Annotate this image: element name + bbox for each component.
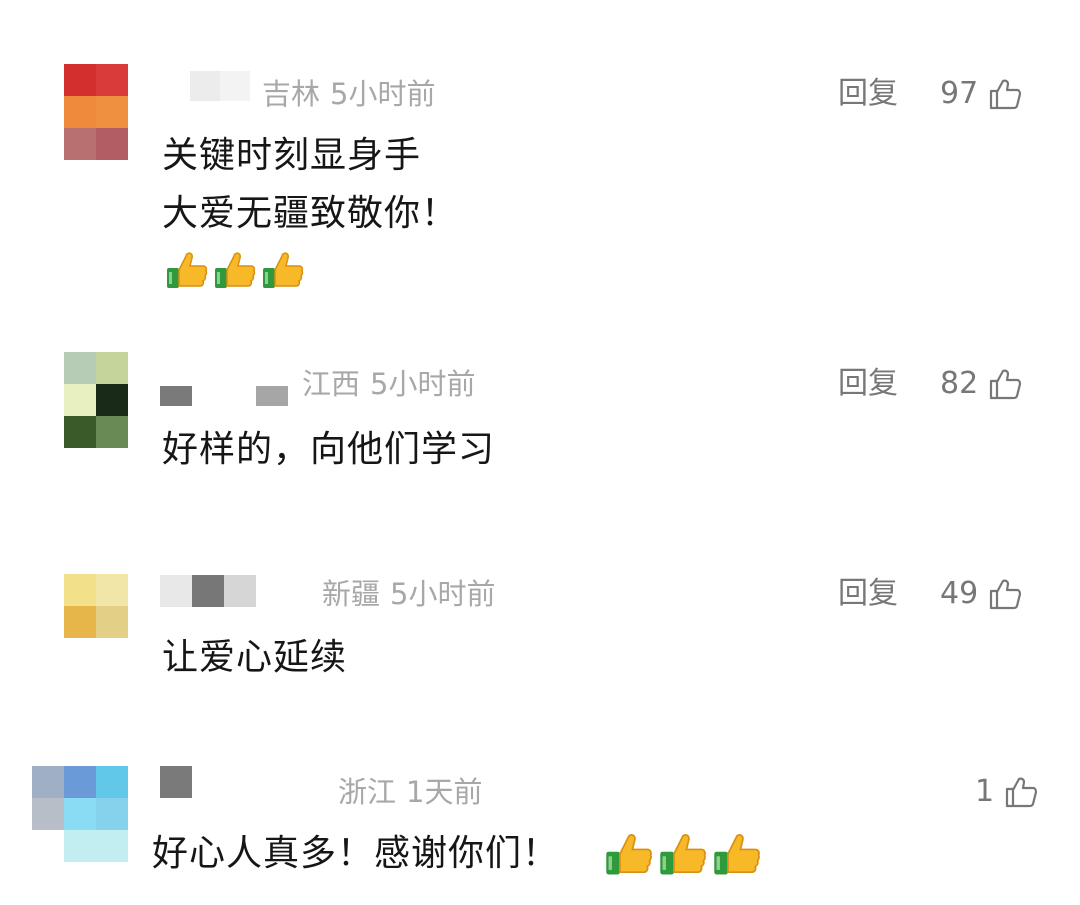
avatar-pixel xyxy=(64,798,96,830)
comment-meta: 浙江 1天前 xyxy=(338,774,482,810)
avatar-pixel xyxy=(96,766,128,798)
like-button[interactable]: 1 xyxy=(975,772,1038,812)
avatar[interactable] xyxy=(32,766,128,862)
thumbs-up-emoji-icon xyxy=(660,834,706,875)
emoji-row xyxy=(604,829,762,879)
avatar-pixel xyxy=(96,830,128,862)
comment-item: 浙江 1天前 1 好心人真多！感谢你们！ xyxy=(0,0,1080,905)
avatar-pixel xyxy=(32,798,64,830)
comment-location: 浙江 xyxy=(338,775,397,809)
comment-text-line: 好心人真多！感谢你们！ xyxy=(152,833,560,874)
avatar-pixel xyxy=(64,830,96,862)
avatar-pixel xyxy=(32,766,64,798)
avatar-pixel xyxy=(32,830,64,862)
thumbs-up-emoji-icon xyxy=(606,834,652,875)
avatar-pixel xyxy=(96,798,128,830)
thumbs-up-icon xyxy=(1005,777,1038,808)
comment-time: 1天前 xyxy=(406,775,483,809)
like-count: 1 xyxy=(975,774,995,809)
username-blurred[interactable] xyxy=(160,766,192,798)
avatar-pixel xyxy=(64,766,96,798)
thumbs-up-emoji-icon xyxy=(714,834,760,875)
